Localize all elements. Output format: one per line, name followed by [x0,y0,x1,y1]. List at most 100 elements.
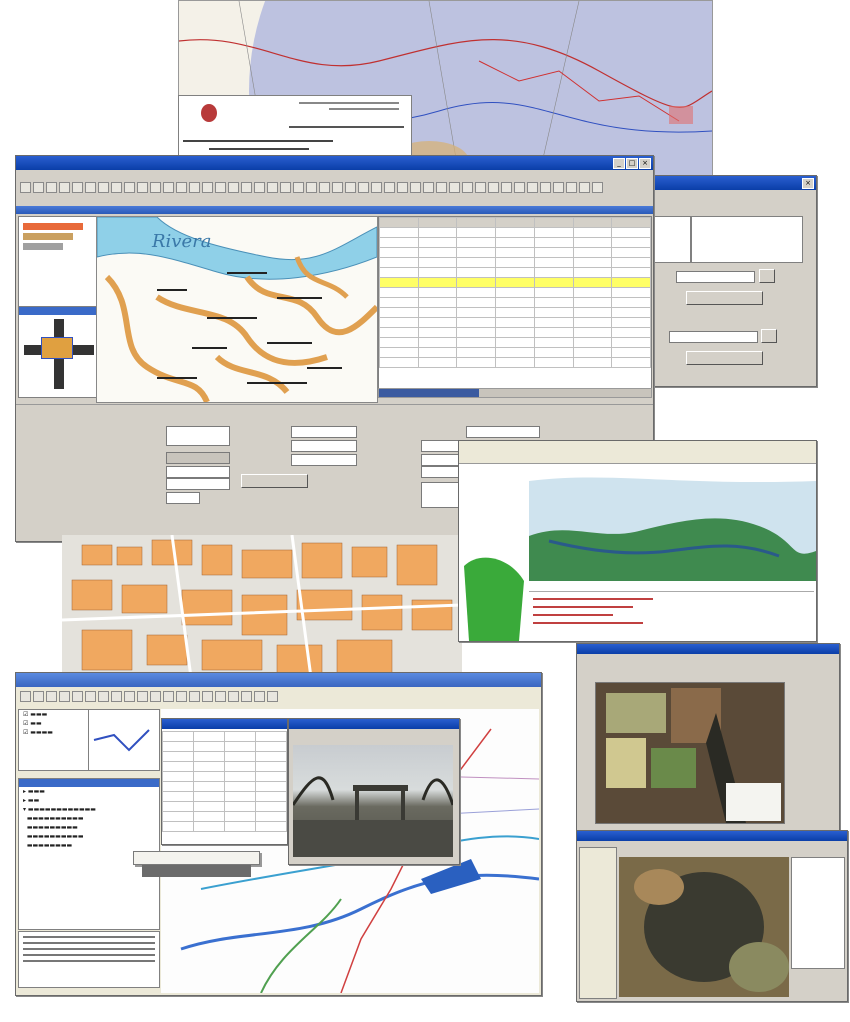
tool-icon[interactable] [59,691,70,702]
tree-item[interactable]: ▸ ▬▬▬ [19,787,159,796]
table-row[interactable] [379,237,651,248]
tool-icon[interactable] [202,691,213,702]
right-dialog-action-button-2[interactable] [686,351,763,365]
tool-icon[interactable] [98,691,109,702]
scroll-thumb[interactable] [379,389,479,397]
tree-item[interactable]: ▬▬▬▬▬▬▬▬▬ [19,823,159,832]
tool-icon[interactable] [85,182,96,193]
tree-item[interactable]: ☑ ▬▬▬ [19,710,89,719]
tool-icon[interactable] [33,691,44,702]
tool-icon[interactable] [20,182,31,193]
tool-icon[interactable] [410,182,421,193]
form-field[interactable] [291,426,357,438]
satellite-1-canvas[interactable] [595,682,785,824]
tool-icon[interactable] [293,182,304,193]
tool-icon[interactable] [215,182,226,193]
context-menu-item[interactable] [142,877,251,889]
tool-icon[interactable] [137,182,148,193]
tool-icon[interactable] [241,691,252,702]
maximize-icon[interactable]: □ [626,158,638,169]
tool-icon[interactable] [384,182,395,193]
tool-icon[interactable] [501,182,512,193]
right-dialog-action-button-1[interactable] [686,291,763,305]
main-map-canvas[interactable]: Rivera [96,216,378,403]
tree-item[interactable]: ☑ ▬▬▬▬ [19,728,89,737]
right-dialog-picker-button-2[interactable] [761,329,777,343]
tree-item[interactable]: ☑ ▬▬ [19,719,89,728]
tool-icon[interactable] [358,182,369,193]
column-header[interactable] [611,217,651,228]
tool-icon[interactable] [202,182,213,193]
tool-icon[interactable] [163,182,174,193]
right-dialog-combo-1[interactable] [676,271,755,283]
tool-icon[interactable] [72,691,83,702]
tool-icon[interactable] [267,182,278,193]
tool-icon[interactable] [475,182,486,193]
context-menu-item[interactable] [142,925,251,937]
context-menu-item[interactable] [142,949,251,961]
tool-icon[interactable] [124,182,135,193]
table-row[interactable] [162,781,287,792]
tool-icon[interactable] [345,182,356,193]
tool-icon[interactable] [176,182,187,193]
table-row[interactable] [162,741,287,752]
close-icon[interactable]: × [802,178,814,189]
tool-icon[interactable] [85,691,96,702]
table-row[interactable] [379,287,651,298]
tool-icon[interactable] [527,182,538,193]
table-row[interactable] [379,347,651,358]
form-field[interactable] [166,426,230,446]
tool-icon[interactable] [59,182,70,193]
overview-map-panel[interactable] [18,306,98,398]
table-row[interactable] [379,307,651,318]
column-header[interactable] [533,217,574,228]
column-header[interactable] [495,217,535,228]
tool-icon[interactable] [189,691,200,702]
tool-icon[interactable] [306,182,317,193]
tool-icon[interactable] [371,182,382,193]
table-row[interactable] [379,277,651,288]
table-row[interactable] [379,257,651,268]
table-row[interactable] [162,771,287,782]
tool-icon[interactable] [254,182,265,193]
form-field[interactable] [166,466,230,478]
table-row[interactable] [379,317,651,328]
tool-icon[interactable] [397,182,408,193]
context-menu-item[interactable] [142,889,251,901]
context-menu-item[interactable] [142,901,251,913]
column-header[interactable] [379,217,419,228]
tool-icon[interactable] [124,691,135,702]
mini-map-panel[interactable] [88,709,160,771]
tool-icon[interactable] [241,182,252,193]
tool-icon[interactable] [98,182,109,193]
form-field[interactable] [166,478,230,490]
minimize-icon[interactable]: _ [613,158,625,169]
legend-item[interactable] [23,243,63,250]
column-header[interactable] [456,217,497,228]
tool-icon[interactable] [423,182,434,193]
tool-icon[interactable] [280,182,291,193]
tool-icon[interactable] [449,182,460,193]
tool-icon[interactable] [189,182,200,193]
table-row[interactable] [162,731,287,742]
tree-item[interactable]: ▾ ▬▬▬▬▬▬▬▬▬▬▬▬ [19,805,159,814]
tool-icon[interactable] [267,691,278,702]
context-menu-item[interactable] [142,913,251,925]
horizontal-scrollbar[interactable] [378,388,652,398]
tool-icon[interactable] [46,182,57,193]
tool-icon[interactable] [46,691,57,702]
tool-icon[interactable] [579,182,590,193]
tool-icon[interactable] [111,691,122,702]
tool-icon[interactable] [319,182,330,193]
tool-icon[interactable] [33,182,44,193]
table-row[interactable] [162,821,287,832]
column-header[interactable] [572,217,613,228]
form-field[interactable] [166,452,230,464]
tool-icon[interactable] [150,691,161,702]
tree-item[interactable]: ▬▬▬▬▬▬▬▬▬▬ [19,832,159,841]
tool-icon[interactable] [553,182,564,193]
tool-icon[interactable] [462,182,473,193]
tool-icon[interactable] [514,182,525,193]
tree-item[interactable]: ▸ ▬▬ [19,796,159,805]
tool-icon[interactable] [254,691,265,702]
